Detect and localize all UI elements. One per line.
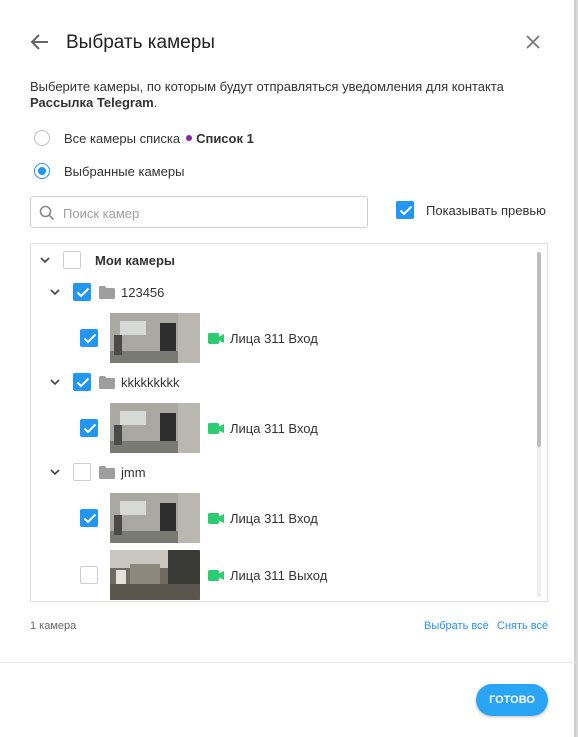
group-label: 123456 xyxy=(121,284,165,300)
camera-row: Лица 311 Вход xyxy=(80,313,318,363)
check-icon xyxy=(76,377,90,388)
check-icon xyxy=(83,423,97,434)
search-input[interactable] xyxy=(61,203,355,223)
video-camera-icon xyxy=(208,512,224,524)
footer-divider xyxy=(0,662,576,663)
camera-name: Лица 311 Вход xyxy=(230,420,318,436)
camera-row: Лица 311 Вход xyxy=(80,403,318,453)
check-icon xyxy=(83,333,97,344)
radio-all-cameras-label: Все камеры списка xyxy=(64,130,181,146)
show-preview-label: Показывать превью xyxy=(426,202,546,218)
folder-icon xyxy=(99,285,115,299)
show-preview-toggle[interactable]: Показывать превью xyxy=(396,201,546,219)
folder-icon xyxy=(99,465,115,479)
tree-group-row: 123456 xyxy=(49,283,164,301)
description-suffix: . xyxy=(153,95,158,110)
camera-name: Лица 311 Вход xyxy=(230,510,318,526)
dialog-title: Выбрать камеры xyxy=(66,32,215,53)
camera-name: Лица 311 Вход xyxy=(230,330,318,346)
chevron-down-icon[interactable] xyxy=(49,376,61,388)
tree-scrollbar[interactable] xyxy=(537,252,541,597)
camera-row: Лица 311 Выход xyxy=(80,550,327,600)
camera-preview-thumbnail[interactable] xyxy=(110,403,200,453)
search-icon xyxy=(39,205,55,221)
select-cameras-dialog: Выбрать камеры Выберите камеры, по котор… xyxy=(0,0,576,737)
camera-row: Лица 311 Вход xyxy=(80,493,318,543)
check-icon xyxy=(399,205,413,216)
camera-preview-thumbnail[interactable] xyxy=(110,493,200,543)
tree-group-row: jmm xyxy=(49,463,146,481)
check-icon xyxy=(83,513,97,524)
selected-count: 1 камера xyxy=(30,620,77,632)
camera-preview-thumbnail[interactable] xyxy=(110,550,200,600)
dialog-description: Выберите камеры, по которым будут отправ… xyxy=(30,79,550,111)
scrollbar-thumb[interactable] xyxy=(537,252,541,447)
tree-root-checkbox[interactable] xyxy=(63,251,81,269)
list-color-dot xyxy=(186,135,193,141)
chevron-down-icon[interactable] xyxy=(49,466,61,478)
camera-preview-thumbnail[interactable] xyxy=(110,313,200,363)
chevron-down-icon[interactable] xyxy=(49,286,61,298)
description-text: Выберите камеры, по которым будут отправ… xyxy=(30,79,504,94)
video-camera-icon xyxy=(208,569,224,581)
group-label: jmm xyxy=(121,464,146,480)
group-checkbox[interactable] xyxy=(73,463,91,481)
select-all-link[interactable]: Выбрать всё xyxy=(424,620,489,632)
done-button[interactable]: ГОТОВО xyxy=(476,684,548,716)
dialog-header: Выбрать камеры xyxy=(0,0,574,86)
chevron-down-icon[interactable] xyxy=(39,254,51,266)
close-icon[interactable] xyxy=(522,31,544,53)
video-camera-icon xyxy=(208,422,224,434)
list-name: Список 1 xyxy=(196,130,254,146)
tree-root-row: Мои камеры xyxy=(39,251,175,269)
folder-icon xyxy=(99,375,115,389)
radio-button-checked[interactable] xyxy=(34,163,50,179)
show-preview-checkbox[interactable] xyxy=(396,201,414,219)
camera-checkbox[interactable] xyxy=(80,329,98,347)
deselect-all-link[interactable]: Снять всё xyxy=(497,620,548,632)
search-field[interactable] xyxy=(30,196,368,228)
camera-checkbox[interactable] xyxy=(80,419,98,437)
check-icon xyxy=(76,287,90,298)
radio-button[interactable] xyxy=(34,130,50,146)
video-camera-icon xyxy=(208,332,224,344)
camera-name: Лица 311 Выход xyxy=(230,567,328,583)
radio-selected-cameras[interactable]: Выбранные камеры xyxy=(34,161,184,181)
group-checkbox[interactable] xyxy=(73,373,91,391)
contact-name: Рассылка Telegram xyxy=(30,95,154,110)
camera-checkbox[interactable] xyxy=(80,509,98,527)
radio-all-cameras[interactable]: Все камеры списка Список 1 xyxy=(34,128,254,148)
camera-tree: Мои камеры 123456 Лица 311 Вход kkkkkkkk… xyxy=(30,243,548,602)
back-arrow-icon[interactable] xyxy=(28,30,52,54)
camera-checkbox[interactable] xyxy=(80,566,98,584)
radio-selected-cameras-label: Выбранные камеры xyxy=(64,163,185,179)
group-label: kkkkkkkkk xyxy=(121,374,180,390)
group-checkbox[interactable] xyxy=(73,283,91,301)
tree-group-row: kkkkkkkkk xyxy=(49,373,180,391)
tree-root-label: Мои камеры xyxy=(95,252,175,268)
